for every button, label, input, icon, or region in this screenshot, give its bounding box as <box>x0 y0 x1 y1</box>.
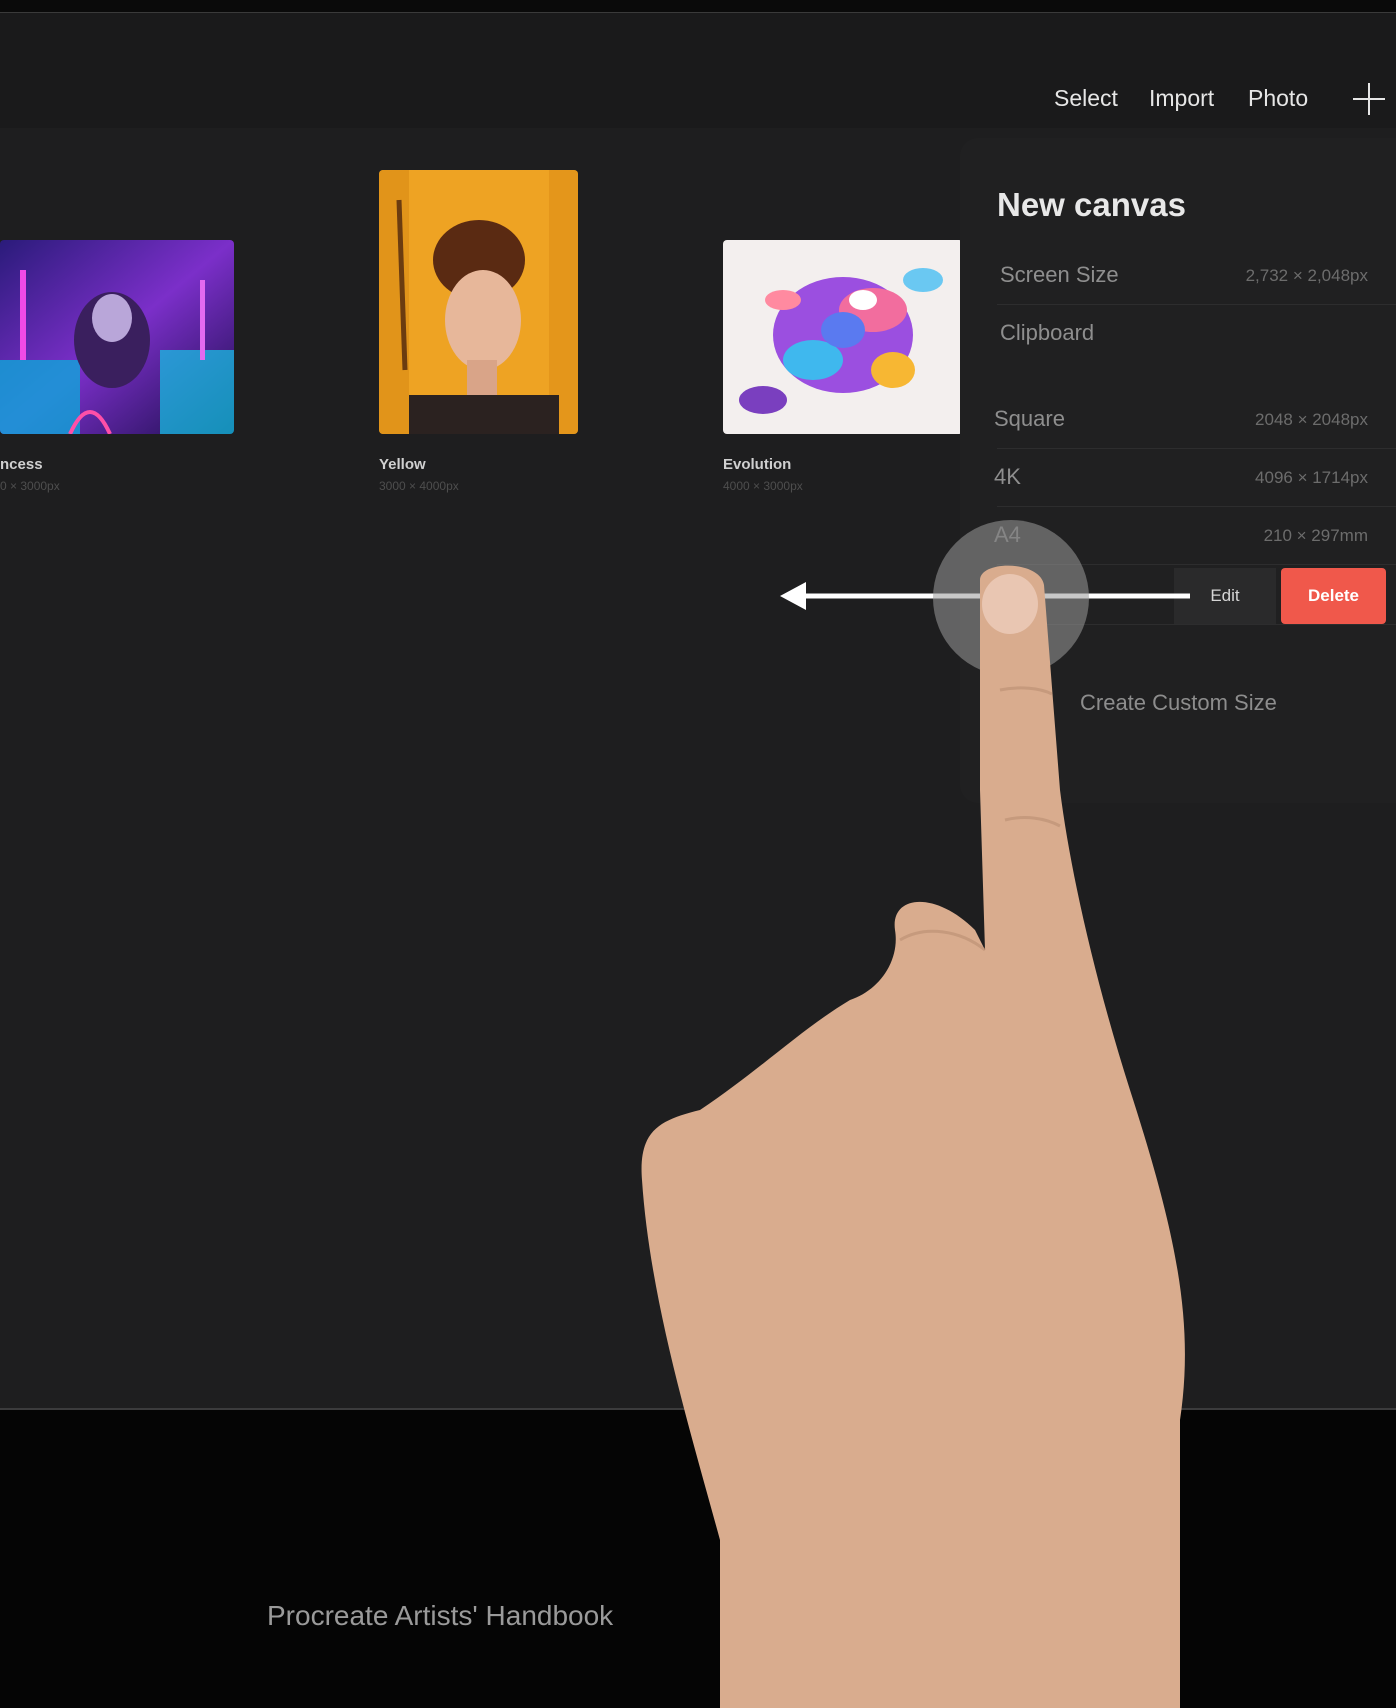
artwork-thumbnail-princess[interactable] <box>0 240 234 434</box>
photo-button[interactable]: Photo <box>1248 85 1308 112</box>
divider <box>997 564 1396 565</box>
artwork-image <box>0 240 234 434</box>
divider <box>997 304 1396 305</box>
preset-name: Clipboard <box>1000 320 1095 345</box>
preset-dims: 4096 × 1714px <box>1255 468 1368 487</box>
select-button[interactable]: Select <box>1054 85 1118 112</box>
artwork-thumbnail-yellow[interactable] <box>379 170 578 434</box>
artwork-title: ncess <box>0 456 43 473</box>
edit-button[interactable]: Edit <box>1174 568 1276 624</box>
artwork-title: Yellow <box>379 456 426 473</box>
artwork-image <box>379 170 578 434</box>
preset-name: A4 <box>994 522 1021 547</box>
artwork-title: Evolution <box>723 456 792 473</box>
top-bezel <box>0 0 1396 13</box>
canvas-preset-clipboard[interactable]: Clipboard <box>960 306 1396 362</box>
canvas-preset-square[interactable]: Square 2048 × 2048px <box>960 392 1396 448</box>
gallery-toolbar: Select Import Photo <box>0 13 1396 128</box>
delete-button[interactable]: Delete <box>1281 568 1386 624</box>
preset-dims: 2048 × 2048px <box>1255 410 1368 429</box>
preset-name: Square <box>994 406 1065 431</box>
divider <box>997 624 1396 625</box>
footer-caption: Procreate Artists' Handbook <box>267 1600 614 1631</box>
artwork-image <box>723 240 963 434</box>
import-button[interactable]: Import <box>1149 85 1214 112</box>
popover-title: New canvas <box>997 186 1186 223</box>
canvas-preset-4k[interactable]: 4K 4096 × 1714px <box>960 450 1396 506</box>
preset-dims: 210 × 297mm <box>1263 526 1368 545</box>
canvas-preset-a4[interactable]: A4 210 × 297mm <box>960 508 1396 564</box>
artwork-dims: 3000 × 4000px <box>379 479 459 493</box>
preset-name: 4K <box>994 464 1021 489</box>
canvas-preset-screen-size[interactable]: Screen Size 2,732 × 2,048px <box>960 248 1396 304</box>
preset-name: Screen Size <box>1000 262 1119 287</box>
artwork-dims: 4000 × 3000px <box>723 479 803 493</box>
artwork-thumbnail-evolution[interactable] <box>723 240 963 434</box>
preset-dims: 2,732 × 2,048px <box>1245 266 1368 285</box>
divider <box>997 506 1396 507</box>
create-custom-size-button[interactable]: Create Custom Size <box>1080 690 1277 716</box>
artwork-dims: 0 × 3000px <box>0 479 60 493</box>
plus-icon[interactable] <box>1353 83 1385 115</box>
divider <box>997 448 1396 449</box>
